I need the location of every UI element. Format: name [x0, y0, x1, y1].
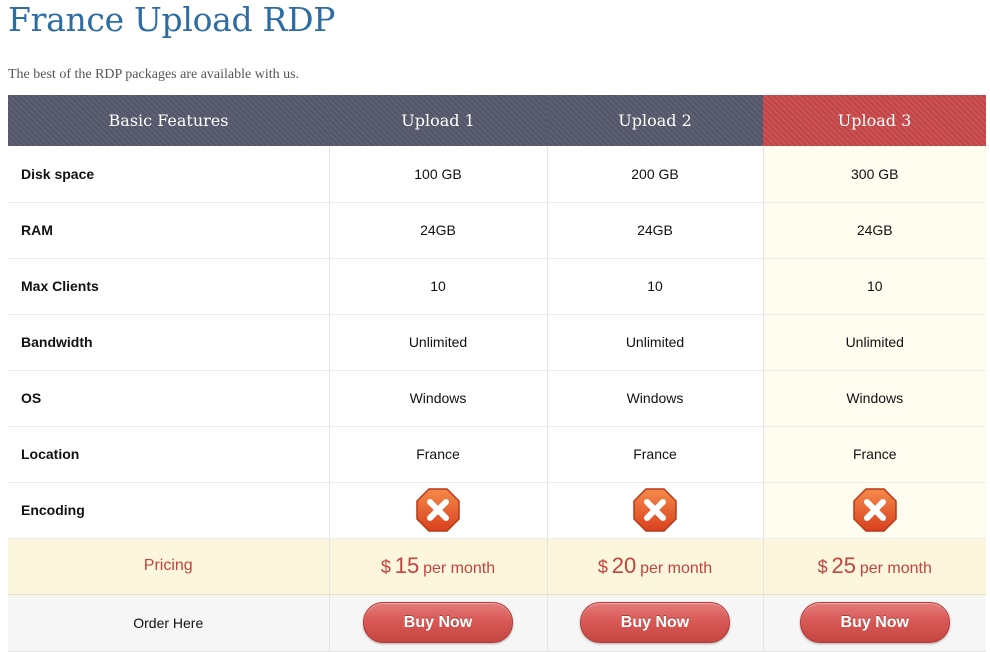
order-label-cell: Order Here — [8, 594, 330, 652]
table-row-encoding: Encoding — [8, 482, 986, 539]
page-title: France Upload RDP — [8, 0, 336, 39]
price-currency: $ — [380, 557, 391, 577]
price-amount: 25 — [831, 553, 856, 578]
table-row: Location France France France — [8, 426, 986, 483]
price-period: per month — [640, 560, 713, 577]
price-amount: 20 — [611, 553, 637, 578]
feature-label: Encoding — [8, 482, 330, 539]
table-cell: Unlimited — [329, 314, 548, 371]
table-cell — [547, 482, 764, 539]
order-label: Order Here — [133, 614, 204, 631]
price-amount: 15 — [394, 553, 420, 578]
table-row: Bandwidth Unlimited Unlimited Unlimited — [8, 314, 986, 371]
table-cell: Windows — [763, 370, 986, 427]
cross-octagon-icon — [633, 488, 677, 532]
feature-label: Bandwidth — [8, 314, 330, 371]
table-cell: 300 GB — [763, 146, 986, 203]
table-cell: France — [763, 426, 986, 483]
feature-label: OS — [8, 370, 330, 427]
price-currency: $ — [817, 557, 828, 577]
price-period: per month — [423, 560, 496, 577]
table-cell — [329, 482, 548, 539]
feature-label: Location — [8, 426, 330, 483]
table-cell: 100 GB — [329, 146, 548, 203]
order-row: Order Here Buy Now Buy Now Buy Now — [8, 594, 986, 652]
table-cell: Windows — [329, 370, 548, 427]
price-cell: $ 25 per month — [763, 538, 986, 595]
table-cell: 24GB — [763, 202, 986, 259]
order-cell: Buy Now — [547, 594, 764, 652]
page-subtitle: The best of the RDP packages are availab… — [8, 67, 300, 82]
header-upload-2: Upload 2 — [547, 95, 763, 146]
header-basic-features: Basic Features — [8, 95, 329, 146]
table-cell: Unlimited — [763, 314, 986, 371]
price-currency: $ — [597, 557, 608, 577]
pricing-row: Pricing $ 15 per month $ 20 per month $ … — [8, 538, 986, 595]
buy-now-button-upload-3[interactable]: Buy Now — [799, 602, 950, 643]
pricing-label-cell: Pricing — [8, 538, 330, 595]
price-period: per month — [859, 560, 932, 577]
table-cell: 24GB — [547, 202, 764, 259]
buy-now-button-upload-1[interactable]: Buy Now — [363, 602, 513, 643]
price-cell: $ 20 per month — [547, 538, 764, 595]
table-cell: Windows — [547, 370, 764, 427]
table-row: RAM 24GB 24GB 24GB — [8, 202, 986, 259]
table-cell: 10 — [329, 258, 548, 315]
price-cell: $ 15 per month — [329, 538, 548, 595]
table-cell: France — [329, 426, 548, 483]
pricing-label: Pricing — [143, 557, 193, 574]
feature-label: Max Clients — [8, 258, 330, 315]
order-cell: Buy Now — [329, 594, 548, 652]
table-row: Disk space 100 GB 200 GB 300 GB — [8, 146, 986, 203]
feature-label: Disk space — [8, 146, 330, 203]
order-cell: Buy Now — [763, 594, 986, 652]
table-cell — [763, 482, 986, 539]
header-upload-1: Upload 1 — [329, 95, 547, 146]
buy-now-button-upload-2[interactable]: Buy Now — [580, 602, 730, 643]
table-row: OS Windows Windows Windows — [8, 370, 986, 427]
header-upload-3: Upload 3 — [763, 95, 986, 146]
table-cell: 10 — [547, 258, 764, 315]
cross-octagon-icon — [416, 488, 460, 532]
table-cell: 24GB — [329, 202, 548, 259]
table-cell: 200 GB — [547, 146, 764, 203]
table-cell: France — [547, 426, 764, 483]
cross-octagon-icon — [853, 488, 897, 532]
table-header-row: Basic Features Upload 1 Upload 2 Upload … — [8, 95, 986, 146]
pricing-table: Basic Features Upload 1 Upload 2 Upload … — [8, 95, 986, 652]
feature-label: RAM — [8, 202, 330, 259]
table-row: Max Clients 10 10 10 — [8, 258, 986, 315]
table-cell: 10 — [763, 258, 986, 315]
table-cell: Unlimited — [547, 314, 764, 371]
